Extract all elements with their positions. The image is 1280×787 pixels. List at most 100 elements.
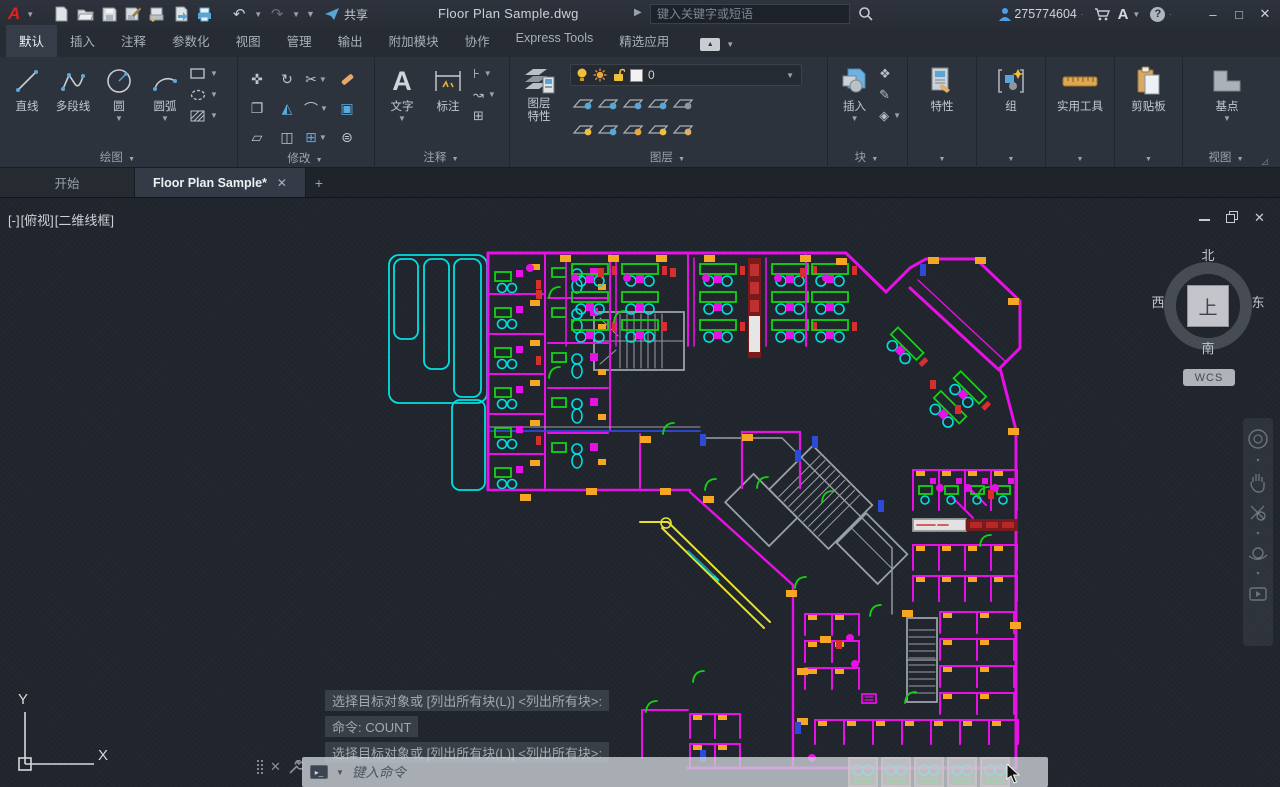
- viewcube-south[interactable]: 南: [1198, 338, 1218, 357]
- group-button[interactable]: 组: [988, 61, 1034, 114]
- viewport-menu-control[interactable]: [-]: [8, 213, 20, 228]
- mirror-tool[interactable]: ◭: [272, 94, 302, 123]
- arc-caret-icon[interactable]: ▼: [159, 114, 171, 123]
- navbar-caret-icon[interactable]: ▾: [1256, 572, 1259, 576]
- layer-tool-delete-icon[interactable]: [670, 116, 695, 142]
- app-menu-caret-icon[interactable]: ▼: [24, 10, 36, 19]
- layer-properties-button[interactable]: 图层 特性: [514, 61, 564, 124]
- panel-label-properties[interactable]: ▼: [908, 151, 976, 168]
- ribbon-tab-8[interactable]: 附加模块: [376, 25, 452, 57]
- file-tab-close-icon[interactable]: ✕: [277, 176, 287, 190]
- layer-tool-freeze-icon[interactable]: [595, 90, 620, 116]
- layer-tool-make-current-icon[interactable]: [670, 90, 695, 116]
- dimension-tool[interactable]: 标注: [425, 61, 471, 114]
- viewcube-north[interactable]: 北: [1198, 245, 1218, 264]
- floor-plan-drawing[interactable]: [0, 198, 1280, 787]
- ribbon-tab-3[interactable]: 注释: [108, 25, 159, 57]
- plot-icon[interactable]: [146, 3, 168, 25]
- ellipse-tool[interactable]: ▼: [190, 88, 220, 102]
- save-as-icon[interactable]: [122, 3, 144, 25]
- layer-tool-lock-icon[interactable]: [645, 90, 670, 116]
- panel-label-view[interactable]: 视图 ▼: [1183, 151, 1271, 168]
- pan-hand-icon[interactable]: [1248, 472, 1268, 494]
- rectangle-tool[interactable]: ▼: [190, 67, 220, 81]
- redo-icon[interactable]: ↷: [266, 3, 288, 25]
- clipboard-button[interactable]: 剪贴板: [1119, 61, 1178, 114]
- navigation-wheel-icon[interactable]: [1247, 428, 1269, 450]
- command-input[interactable]: [352, 765, 1040, 780]
- ribbon-collapse-button[interactable]: ▲ ▼: [700, 38, 736, 51]
- new-drawing-tab-button[interactable]: +: [306, 168, 332, 197]
- text-tool[interactable]: A 文字 ▼: [379, 61, 425, 123]
- hatch-tool[interactable]: ▼: [190, 109, 220, 123]
- command-options-caret-icon[interactable]: ▼: [334, 768, 346, 777]
- panel-label-modify[interactable]: 修改 ▼: [238, 152, 374, 168]
- layer-dropdown[interactable]: 0 ▼: [570, 64, 802, 86]
- new-file-icon[interactable]: [50, 3, 72, 25]
- drawing-close-button[interactable]: ✕: [1254, 210, 1268, 224]
- circle-caret-icon[interactable]: ▼: [113, 114, 125, 123]
- ribbon-tab-4[interactable]: 参数化: [159, 25, 223, 57]
- panel-label-clipboard[interactable]: ▼: [1115, 151, 1182, 168]
- layer-tool-unlock-icon[interactable]: [645, 116, 670, 142]
- save-icon[interactable]: [98, 3, 120, 25]
- help-button[interactable]: ? ·: [1150, 7, 1174, 22]
- stretch-tool[interactable]: ▱: [242, 123, 272, 152]
- maximize-button[interactable]: □: [1230, 7, 1248, 22]
- panel-label-layers[interactable]: 图层 ▼: [510, 151, 827, 168]
- ribbon-tab-11[interactable]: 精选应用: [606, 25, 682, 57]
- viewport-visualstyle-control[interactable]: [二维线框]: [55, 213, 114, 228]
- array-tool[interactable]: ⊞▼: [302, 123, 332, 152]
- leader-tool[interactable]: ↝▼: [473, 88, 498, 102]
- layer-tool-isolate-icon[interactable]: [570, 90, 595, 116]
- share-button[interactable]: 共享: [325, 6, 368, 23]
- command-close-icon[interactable]: ✕: [270, 759, 281, 775]
- navbar-caret-icon[interactable]: ▾: [1256, 532, 1259, 536]
- properties-button[interactable]: 特性: [919, 61, 965, 114]
- linear-dimension-tool[interactable]: ⊦▼: [473, 67, 498, 81]
- showmotion-icon[interactable]: [1248, 585, 1268, 603]
- drawing-restore-button[interactable]: [1226, 210, 1240, 224]
- file-tab-document[interactable]: Floor Plan Sample* ✕: [135, 168, 306, 197]
- search-field[interactable]: [650, 4, 850, 24]
- circle-tool[interactable]: 圆 ▼: [96, 61, 142, 123]
- file-tab-start[interactable]: 开始: [0, 168, 135, 197]
- ribbon-tab-5[interactable]: 视图: [223, 25, 274, 57]
- polyline-tool[interactable]: 多段线: [50, 61, 96, 114]
- qat-customize-icon[interactable]: ▼: [304, 9, 317, 19]
- rotate-tool[interactable]: ↻: [272, 65, 302, 94]
- viewcube-top-face[interactable]: 上: [1187, 285, 1229, 327]
- insert-block-button[interactable]: 插入 ▼: [832, 61, 877, 123]
- orbit-icon[interactable]: [1247, 545, 1269, 563]
- copy-tool[interactable]: ❐: [242, 94, 272, 123]
- search-input[interactable]: [651, 7, 849, 21]
- layer-tool-match-icon[interactable]: [595, 116, 620, 142]
- viewport-view-control[interactable]: [俯视]: [21, 213, 54, 228]
- zoom-icon[interactable]: [1248, 503, 1268, 523]
- command-tools-wrench-icon[interactable]: [288, 760, 303, 775]
- fillet-tool[interactable]: ⌒▼: [302, 94, 332, 123]
- base-view-caret-icon[interactable]: ▼: [1221, 114, 1233, 123]
- offset-tool[interactable]: ⊜: [332, 123, 362, 152]
- ribbon-tab-1[interactable]: 默认: [6, 25, 57, 57]
- ribbon-tab-9[interactable]: 协作: [452, 25, 503, 57]
- scale-tool[interactable]: ◫: [272, 123, 302, 152]
- ribbon-tab-2[interactable]: 插入: [57, 25, 108, 57]
- search-icon[interactable]: [858, 6, 874, 22]
- create-block-tool[interactable]: ❖: [879, 67, 903, 81]
- panel-label-draw[interactable]: 绘图 ▼: [0, 151, 237, 168]
- panel-launcher-icon[interactable]: ◿: [1262, 157, 1268, 166]
- navbar-caret-icon[interactable]: ▾: [1256, 459, 1259, 463]
- cart-icon[interactable]: [1094, 7, 1110, 21]
- minimize-button[interactable]: –: [1204, 7, 1222, 22]
- define-attributes-tool[interactable]: ◈▼: [879, 109, 903, 123]
- autocad-logo-icon[interactable]: A: [6, 4, 22, 24]
- drawing-canvas[interactable]: [-][俯视][二维线框] ✕ 上 北 南 西 东 WCS ▾ ▾ ▾: [0, 198, 1280, 787]
- export-icon[interactable]: [170, 3, 192, 25]
- command-grip-icon[interactable]: [256, 759, 263, 775]
- panel-label-annotation[interactable]: 注释 ▼: [375, 151, 509, 168]
- base-view-button[interactable]: 基点 ▼: [1204, 61, 1250, 123]
- print-icon[interactable]: [194, 3, 216, 25]
- ribbon-tab-7[interactable]: 输出: [325, 25, 376, 57]
- move-tool[interactable]: ✜: [242, 65, 272, 94]
